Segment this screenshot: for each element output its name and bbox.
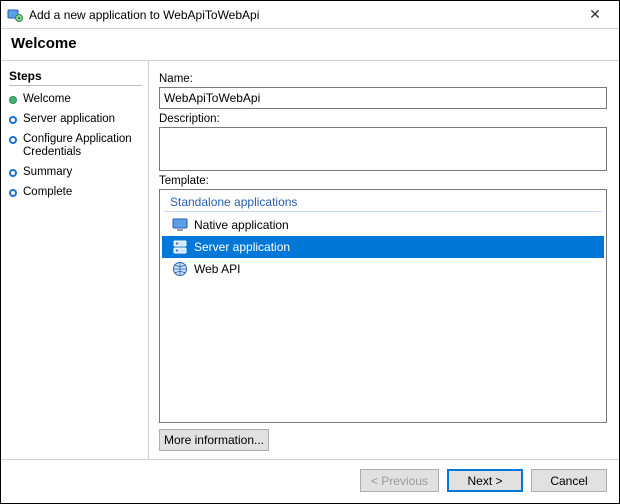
step-label: Summary xyxy=(23,166,72,180)
next-button[interactable]: Next > xyxy=(447,469,523,492)
template-group-header: Standalone applications xyxy=(164,193,602,212)
template-item-web-api[interactable]: Web API xyxy=(162,258,604,280)
monitor-icon xyxy=(172,217,188,233)
step-label: Configure Application Credentials xyxy=(23,133,142,161)
close-button[interactable]: ✕ xyxy=(579,6,611,23)
name-input[interactable] xyxy=(159,87,607,109)
template-list[interactable]: Standalone applications Native applicati… xyxy=(159,189,607,423)
description-input[interactable] xyxy=(159,127,607,171)
step-bullet-done-icon xyxy=(9,96,17,104)
step-configure-credentials[interactable]: Configure Application Credentials xyxy=(9,130,142,164)
more-information-button[interactable]: More information... xyxy=(159,429,269,451)
step-bullet-pending-icon xyxy=(9,169,17,177)
template-label: Template: xyxy=(159,175,607,187)
name-label: Name: xyxy=(159,73,607,85)
server-icon xyxy=(172,239,188,255)
previous-button: < Previous xyxy=(360,469,439,492)
description-label: Description: xyxy=(159,113,607,125)
cancel-button[interactable]: Cancel xyxy=(531,469,607,492)
step-label: Welcome xyxy=(23,93,71,107)
template-item-label: Server application xyxy=(194,240,290,254)
template-item-native-application[interactable]: Native application xyxy=(162,214,604,236)
step-label: Complete xyxy=(23,186,72,200)
step-label: Server application xyxy=(23,113,115,127)
step-server-application[interactable]: Server application xyxy=(9,110,142,130)
template-item-label: Web API xyxy=(194,262,240,276)
step-summary[interactable]: Summary xyxy=(9,163,142,183)
page-header: Welcome xyxy=(1,29,619,61)
step-complete[interactable]: Complete xyxy=(9,183,142,203)
template-item-label: Native application xyxy=(194,218,289,232)
steps-sidebar: Steps Welcome Server application Configu… xyxy=(1,61,149,459)
step-bullet-pending-icon xyxy=(9,136,17,144)
window-title: Add a new application to WebApiToWebApi xyxy=(29,8,579,22)
steps-heading: Steps xyxy=(9,69,142,86)
step-bullet-pending-icon xyxy=(9,189,17,197)
step-bullet-pending-icon xyxy=(9,116,17,124)
app-wizard-icon xyxy=(7,7,23,23)
globe-icon xyxy=(172,261,188,277)
template-item-server-application[interactable]: Server application xyxy=(162,236,604,258)
step-welcome[interactable]: Welcome xyxy=(9,90,142,110)
